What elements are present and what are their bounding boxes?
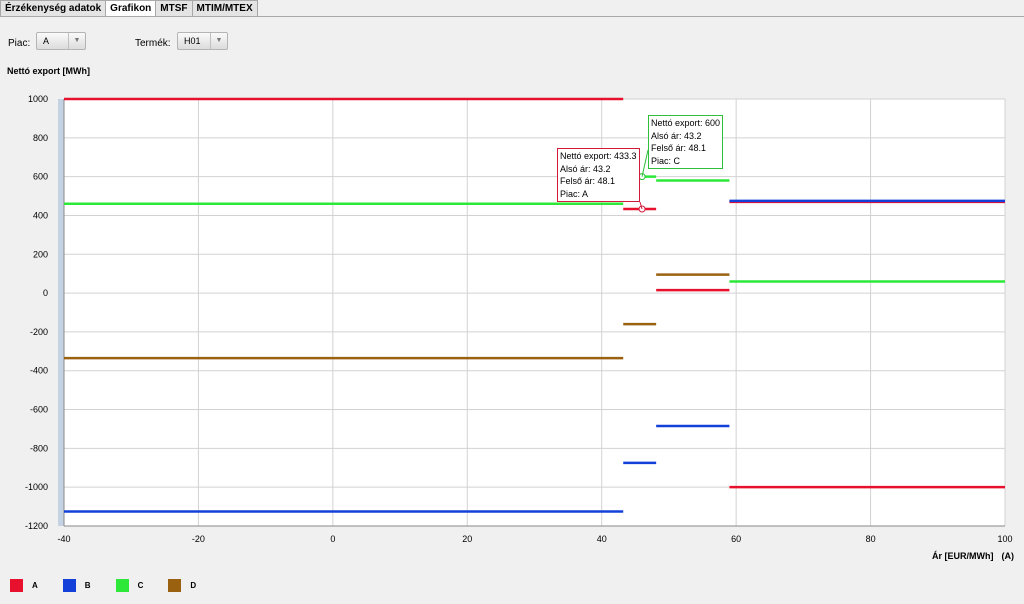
x-tick-label: 60 <box>731 534 741 544</box>
x-tick-label: 0 <box>330 534 335 544</box>
tooltip-line: Felső ár: 48.1 <box>560 176 616 186</box>
x-axis-suffix: (A) <box>1001 551 1015 561</box>
legend-label: C <box>137 581 144 590</box>
x-tick-label: 100 <box>997 534 1012 544</box>
y-tick-label: 400 <box>33 210 48 220</box>
tooltip-series-a: Nettó export: 433.3 Alsó ár: 43.2 Felső … <box>557 148 640 202</box>
legend-swatch <box>115 579 129 592</box>
chart-legend: A B C D <box>10 579 221 592</box>
tooltip-line: Piac: C <box>651 155 681 166</box>
y-tick-label: 200 <box>33 249 48 259</box>
chart-canvas[interactable]: 10008006004002000-200-400-600-800-1000-1… <box>0 0 1024 604</box>
tooltip-line: Nettó export: 433.3 <box>560 151 637 161</box>
y-tick-label: -800 <box>30 443 48 453</box>
tooltip-series-c: Nettó export: 600 Alsó ár: 43.2 Felső ár… <box>648 115 724 169</box>
plot-area <box>64 99 1005 526</box>
y-tick-label: 600 <box>33 172 48 182</box>
y-tick-label: 0 <box>43 288 48 298</box>
legend-item-d[interactable]: D <box>168 579 196 592</box>
legend-item-a[interactable]: A <box>10 579 38 592</box>
tooltip-line: Piac: A <box>560 188 589 199</box>
y-tick-label: -600 <box>30 405 48 415</box>
x-tick-label: 40 <box>597 534 607 544</box>
legend-label: B <box>84 581 91 590</box>
tooltip-line: Alsó ár: 43.2 <box>651 130 702 141</box>
y-tick-label: -1000 <box>25 482 48 492</box>
y-axis-scrollbar <box>58 99 64 526</box>
legend-swatch <box>62 579 76 592</box>
x-axis-label: Ár [EUR/MWh] <box>932 551 994 561</box>
legend-label: D <box>190 581 197 590</box>
tooltip-line: Nettó export: 600 <box>651 118 721 128</box>
x-tick-label: -20 <box>192 534 205 544</box>
x-axis-title: Ár [EUR/MWh] (A) <box>932 551 1014 561</box>
x-tick-label: 20 <box>462 534 472 544</box>
y-tick-label: 1000 <box>28 94 48 104</box>
tooltip-line: Felső ár: 48.1 <box>651 143 707 153</box>
legend-swatch <box>10 579 23 592</box>
y-tick-label: 800 <box>33 133 48 143</box>
tooltip-line: Alsó ár: 43.2 <box>560 163 611 174</box>
x-tick-label: 80 <box>866 534 876 544</box>
x-tick-label: -40 <box>57 534 70 544</box>
legend-swatch <box>168 579 182 592</box>
y-tick-label: -200 <box>30 327 48 337</box>
legend-item-b[interactable]: B <box>62 579 91 592</box>
legend-label: A <box>32 581 38 590</box>
y-tick-label: -1200 <box>25 521 48 531</box>
y-tick-label: -400 <box>30 366 48 376</box>
legend-item-c[interactable]: C <box>115 579 144 592</box>
